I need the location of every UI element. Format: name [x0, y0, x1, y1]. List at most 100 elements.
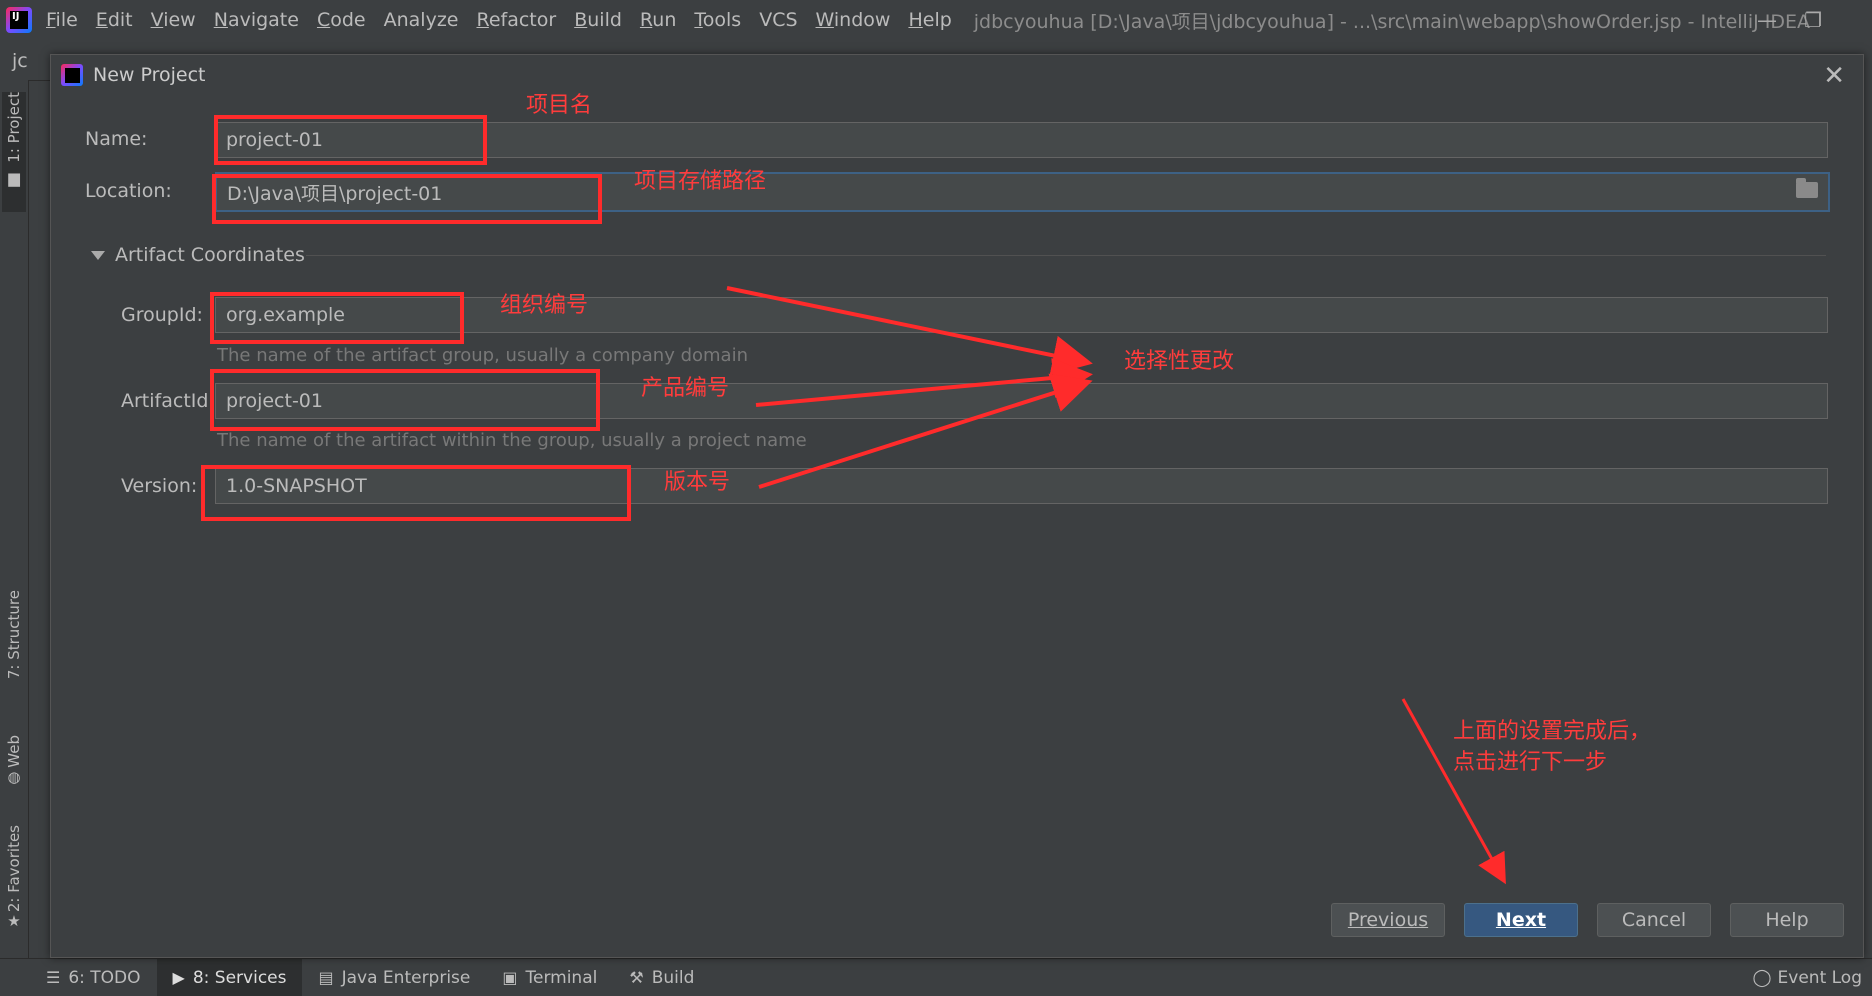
previous-button[interactable]: Previous	[1331, 903, 1445, 937]
folder-icon: ▆	[8, 168, 20, 187]
tab-structure-label: 7: Structure	[5, 590, 23, 680]
window-title: jdbcyouhua [D:\Java\项目\jdbcyouhua] - ...…	[973, 10, 1810, 33]
tab-todo[interactable]: ☰ 6: TODO	[30, 959, 157, 996]
tab-terminal-label: Terminal	[525, 967, 598, 988]
menu-mnemonic: F	[46, 9, 56, 31]
menu-label-rest: avigate	[227, 9, 299, 31]
tab-build-label: Build	[651, 967, 695, 988]
bottom-tool-bar: ☰ 6: TODO ▶ 8: Services ▤ Java Enterpris…	[0, 958, 1872, 996]
menu-label-rest: ile	[55, 9, 78, 31]
tab-build[interactable]: ⚒ Build	[613, 959, 710, 996]
menu-label-rest: un	[652, 9, 677, 31]
annotation-box-version	[201, 465, 631, 521]
annotation-optional-change: 选择性更改	[1124, 349, 1235, 374]
menu-mnemonic: H	[908, 9, 923, 31]
artifactid-hint: The name of the artifact within the grou…	[217, 430, 807, 451]
name-label: Name:	[85, 128, 148, 150]
tab-java-enterprise-label: Java Enterprise	[341, 967, 471, 988]
menu-run[interactable]: Run	[640, 9, 676, 31]
list-icon: ☰	[46, 968, 61, 987]
annotation-after-setup-line1: 上面的设置完成后，	[1453, 719, 1652, 744]
menu-tools[interactable]: Tools	[694, 9, 741, 31]
menu-mnemonic: C	[316, 9, 331, 31]
menu-mnemonic: R	[639, 9, 653, 31]
menu-code[interactable]: Code	[317, 9, 366, 31]
menu-window[interactable]: Window	[816, 9, 891, 31]
annotation-org-number: 组织编号	[500, 293, 589, 318]
triangle-down-icon	[91, 250, 105, 260]
help-button-label: Help	[1765, 909, 1809, 931]
version-label: Version:	[121, 475, 198, 497]
tab-todo-label: 6: TODO	[68, 967, 141, 988]
menu-mnemonic: V	[150, 9, 164, 31]
annotation-after-setup-line2: 点击进行下一步	[1453, 750, 1608, 775]
hammer-icon: ⚒	[629, 968, 644, 987]
menu-mnemonic: N	[213, 9, 228, 31]
menu-label-rest: efactor	[488, 9, 557, 31]
dialog-title: New Project	[93, 64, 206, 86]
menu-build[interactable]: Build	[574, 9, 622, 31]
menu-label-rest: dit	[107, 9, 133, 31]
menu-edit[interactable]: Edit	[96, 9, 133, 31]
tab-terminal[interactable]: ▣ Terminal	[486, 959, 613, 996]
tab-project[interactable]: 1: Project ▆	[2, 92, 26, 212]
tab-web[interactable]: Web ◍	[2, 735, 26, 815]
close-icon[interactable]: ✕	[1823, 61, 1845, 91]
section-divider	[306, 255, 1826, 256]
help-button[interactable]: Help	[1730, 903, 1844, 937]
annotation-storage-path: 项目存储路径	[634, 169, 767, 194]
menu-mnemonic: T	[694, 9, 703, 31]
menu-mnemonic: E	[95, 9, 108, 31]
dialog-titlebar: New Project ✕	[51, 55, 1863, 95]
tab-services[interactable]: ▶ 8: Services	[156, 959, 303, 996]
event-log-label: Event Log	[1777, 967, 1862, 988]
browse-folder-icon[interactable]	[1796, 178, 1818, 198]
terminal-icon: ▣	[502, 968, 518, 987]
event-log-button[interactable]: ◯ Event Log	[1753, 959, 1863, 996]
menu-label-rest: uild	[587, 9, 622, 31]
previous-button-label: Previous	[1347, 909, 1429, 931]
annotation-project-name: 项目名	[526, 93, 593, 118]
breadcrumb[interactable]: jc	[12, 50, 28, 72]
menu-label-rest: iew	[163, 9, 196, 31]
java-enterprise-icon: ▤	[318, 968, 334, 987]
tab-favorites[interactable]: 2: Favorites ★	[2, 825, 26, 945]
menu-bar: IJ File Edit View Navigate Code Analyze Refact…	[0, 0, 1872, 40]
groupid-hint: The name of the artifact group, usually …	[217, 345, 748, 366]
cancel-button[interactable]: Cancel	[1597, 903, 1711, 937]
menu-mnemonic: W	[815, 9, 834, 31]
artifact-coordinates-toggle[interactable]: Artifact Coordinates	[91, 244, 305, 266]
location-label: Location:	[85, 180, 172, 202]
annotation-box-artifactid	[210, 369, 600, 431]
intellij-logo-icon: IJ	[6, 7, 32, 33]
annotation-product-number: 产品编号	[641, 376, 730, 401]
restore-icon[interactable]: ❐	[1804, 8, 1822, 32]
tab-java-enterprise[interactable]: ▤ Java Enterprise	[302, 959, 486, 996]
intellij-logo-icon	[61, 64, 83, 86]
menu-navigate[interactable]: Navigate	[214, 9, 299, 31]
menu-mnemonic: R	[476, 9, 489, 31]
menu-items: File Edit View Navigate Code Analyze Refactor B…	[46, 9, 970, 31]
next-button[interactable]: Next	[1464, 903, 1578, 937]
tab-services-label: 8: Services	[192, 967, 287, 988]
minimize-icon[interactable]: —	[1757, 8, 1777, 32]
menu-analyze[interactable]: Analyze	[384, 9, 459, 31]
annotation-box-location	[212, 174, 602, 224]
menu-help[interactable]: Help	[908, 9, 951, 31]
menu-vcs[interactable]: VCS	[759, 9, 797, 31]
menu-view[interactable]: View	[151, 9, 196, 31]
menu-label-rest: elp	[922, 9, 952, 31]
annotation-box-name	[214, 115, 487, 165]
menu-refactor[interactable]: Refactor	[476, 9, 556, 31]
menu-label-rest: ode	[330, 9, 366, 31]
menu-label-rest: indow	[833, 9, 891, 31]
tab-structure[interactable]: 7: Structure	[2, 590, 26, 710]
menu-label-rest: ools	[702, 9, 742, 31]
artifactid-label: ArtifactId:	[121, 390, 215, 412]
tab-project-label: 1: Project	[5, 92, 23, 163]
menu-file[interactable]: File	[46, 9, 78, 31]
event-log-icon: ◯	[1752, 967, 1772, 988]
services-icon: ▶	[172, 968, 185, 987]
cancel-button-label: Cancel	[1621, 909, 1687, 931]
left-tool-strip: 1: Project ▆ 7: Structure Web ◍ 2: Favor…	[0, 80, 29, 960]
